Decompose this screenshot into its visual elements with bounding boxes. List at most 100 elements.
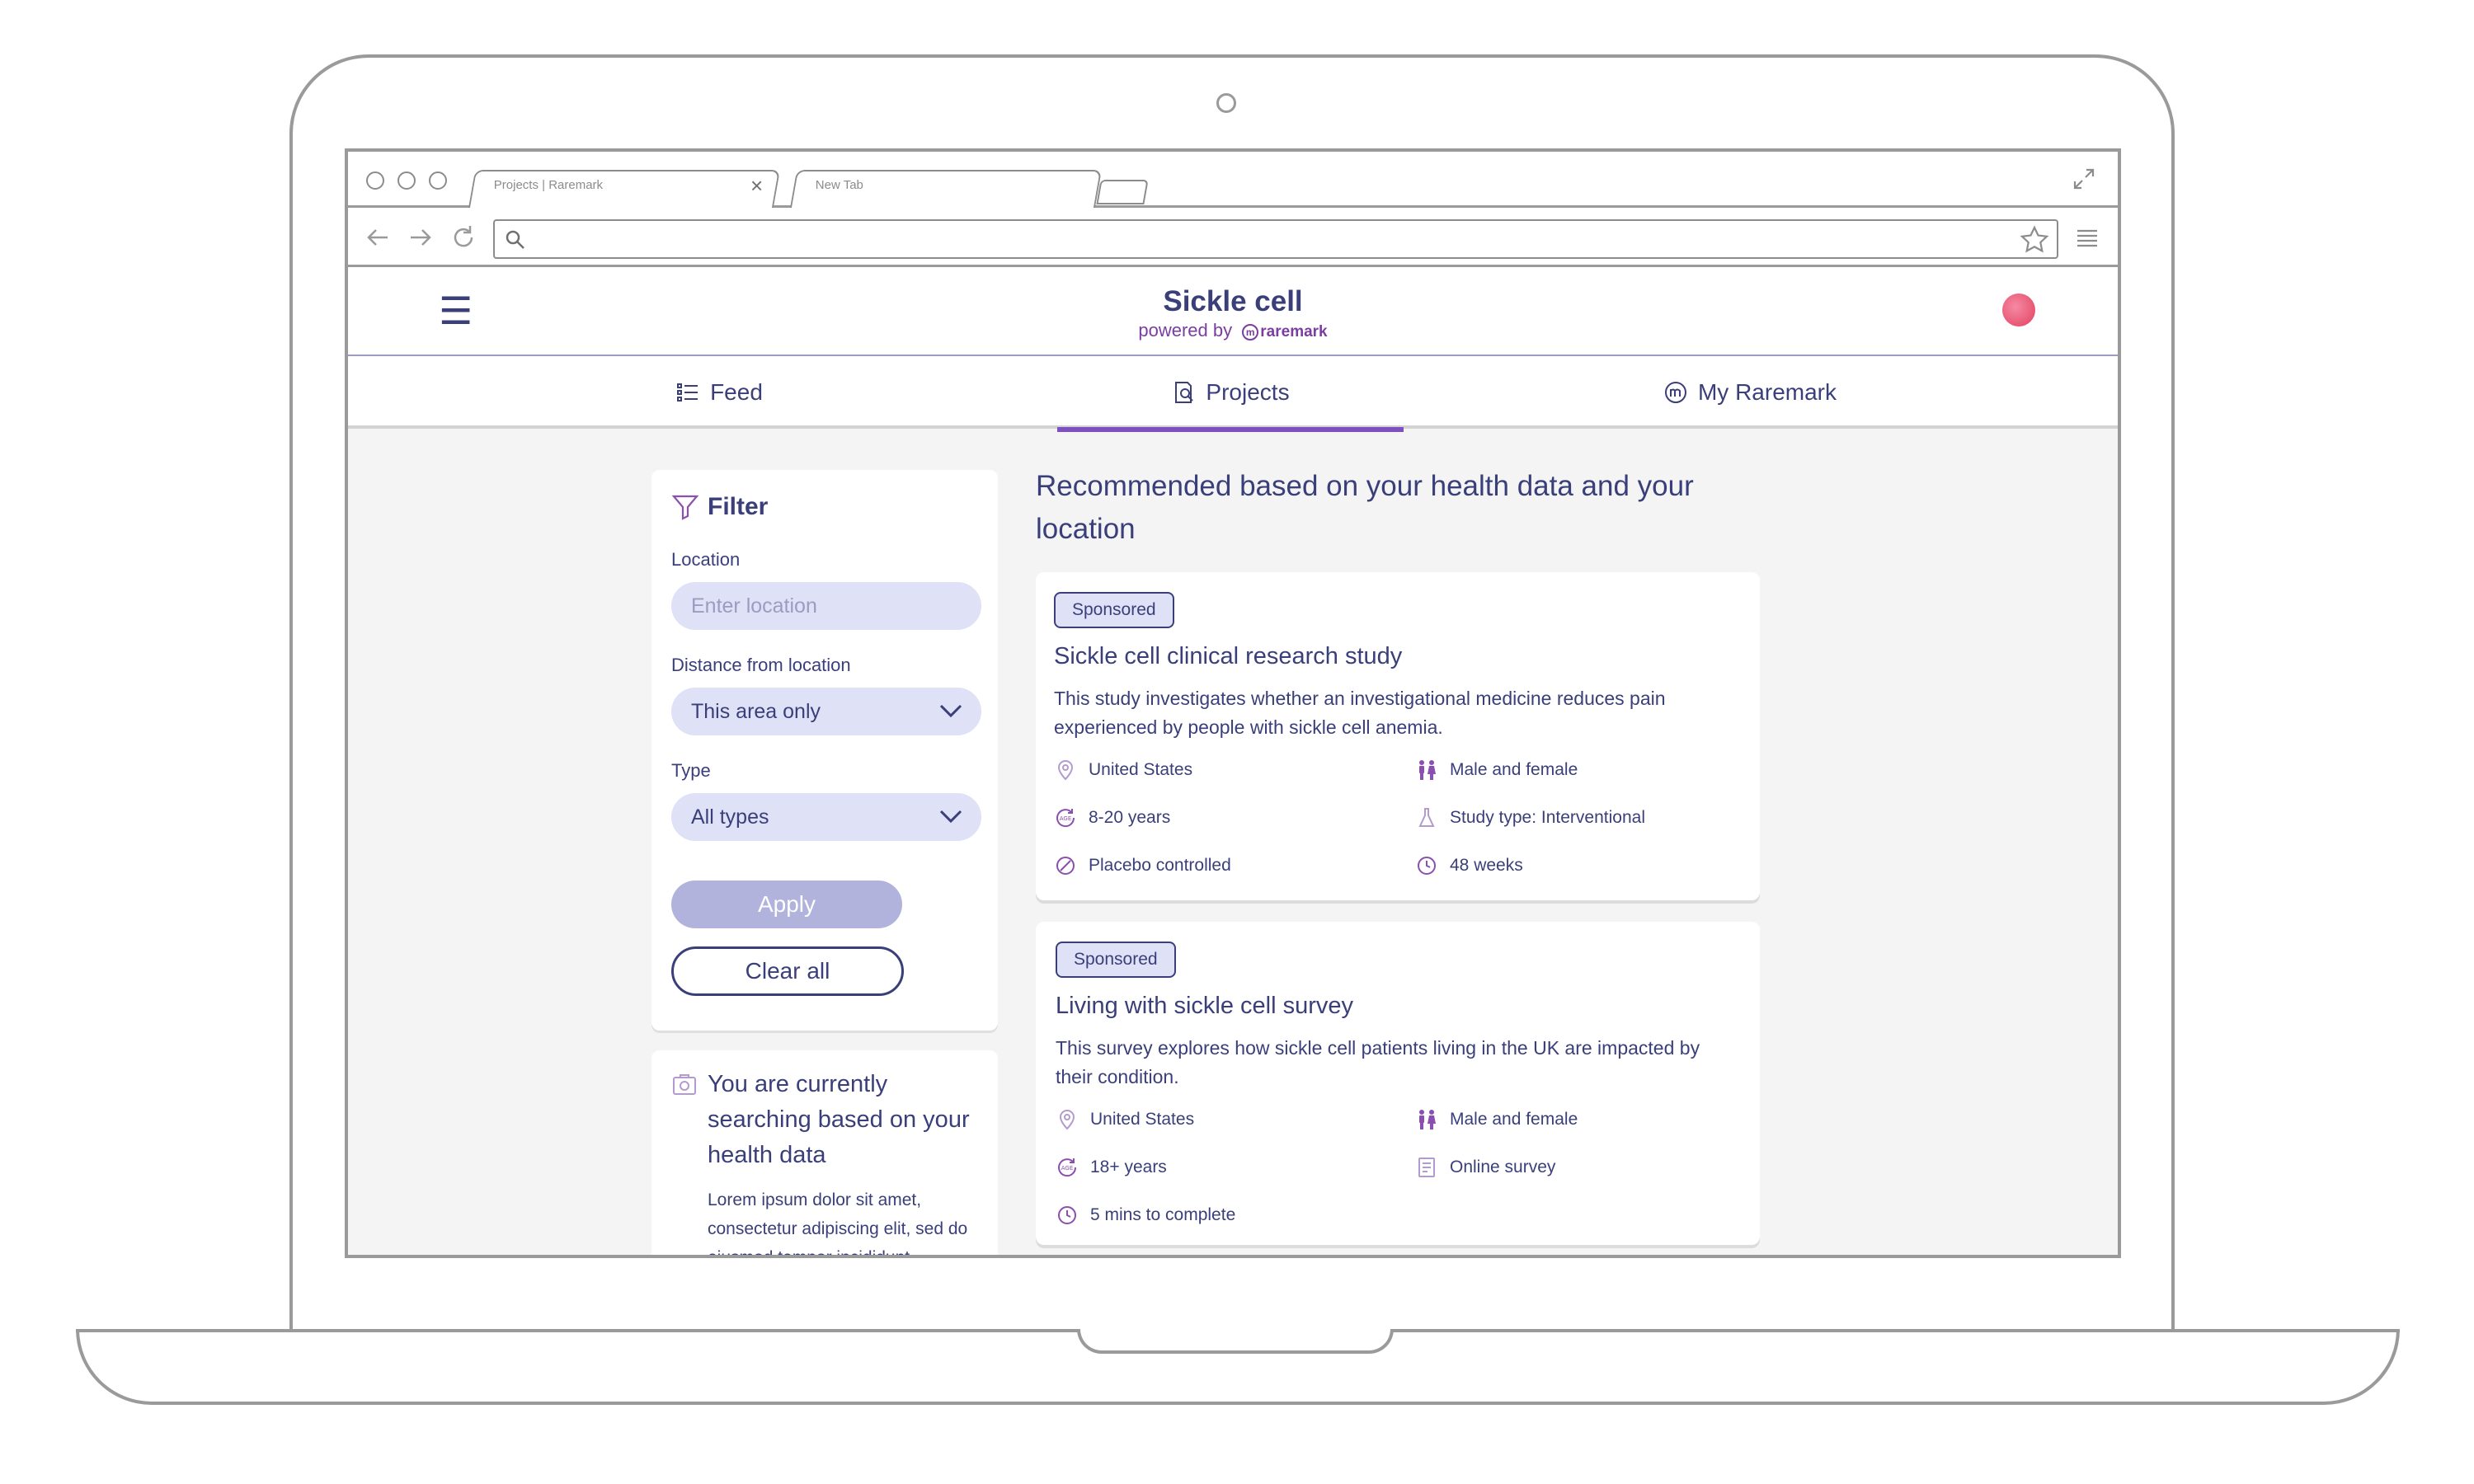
type-select[interactable]: All types: [671, 793, 981, 841]
new-tab-button[interactable]: [1096, 180, 1149, 204]
tab-label: Feed: [710, 379, 763, 405]
clock-icon: [1058, 1206, 1076, 1224]
location-input[interactable]: [691, 594, 962, 618]
meta-text: Male and female: [1450, 1110, 1578, 1129]
tab-feed[interactable]: Feed: [595, 356, 843, 429]
location-pin-icon: [1059, 1110, 1075, 1130]
menu-lines-icon[interactable]: [2075, 226, 2100, 251]
browser-tab-bar: Projects | Raremark × New Tab: [348, 152, 2118, 208]
window-close-dot[interactable]: [366, 171, 384, 190]
laptop-notch: [1077, 1329, 1394, 1354]
gender-icon: [1419, 760, 1436, 780]
app-header: ☰ Sickle cell powered by m raremark: [348, 267, 2118, 356]
page-title: Sickle cell: [1163, 285, 1303, 317]
age-icon: AGE: [1058, 1158, 1077, 1177]
distance-label: Distance from location: [671, 655, 851, 675]
study-card[interactable]: Sponsored Sickle cell clinical research …: [1036, 572, 1760, 900]
survey-icon: [1418, 1158, 1435, 1177]
meta-gender: Male and female: [1415, 758, 1578, 782]
card-description: This survey explores how sickle cell pat…: [1056, 1037, 1700, 1087]
browser-tab-label: Projects | Raremark: [493, 178, 604, 192]
card-title[interactable]: Sickle cell clinical research study: [1054, 643, 1402, 670]
browser-tab-new[interactable]: New Tab: [789, 170, 1103, 208]
meta-age: AGE 18+ years: [1056, 1156, 1167, 1179]
clock-icon: [1418, 857, 1436, 875]
info-heading: You are currently searching based on you…: [708, 1071, 970, 1168]
filter-funnel-icon: [671, 495, 699, 520]
location-label: Location: [671, 549, 741, 570]
info-body: Lorem ipsum dolor sit amet, consectetur …: [708, 1190, 968, 1258]
raremark-logo: m raremark: [1242, 323, 1328, 340]
meta-placebo: Placebo controlled: [1054, 854, 1231, 877]
forward-arrow-icon[interactable]: [404, 221, 437, 254]
location-pin-icon: [1057, 760, 1074, 781]
back-arrow-icon[interactable]: [361, 221, 394, 254]
tab-close-icon[interactable]: ×: [750, 173, 763, 199]
gender-icon: [1419, 1110, 1436, 1129]
sponsored-badge: Sponsored: [1054, 592, 1174, 628]
meta-text: 8-20 years: [1089, 808, 1171, 827]
search-info-panel: You are currently searching based on you…: [651, 1050, 998, 1258]
powered-by-label: powered by: [1138, 320, 1233, 340]
meta-text: United States: [1090, 1110, 1195, 1129]
health-data-icon: [673, 1074, 696, 1095]
meta-text: Study type: Interventional: [1450, 808, 1645, 827]
main-tabs: Feed Projects My Raremark: [348, 356, 2118, 432]
card-description: This study investigates whether an inves…: [1054, 688, 1666, 738]
type-value: All types: [691, 805, 769, 829]
tab-label: My Raremark: [1697, 379, 1837, 405]
distance-value: This area only: [691, 699, 821, 723]
brand-name: raremark: [1260, 323, 1328, 340]
meta-duration: 5 mins to complete: [1056, 1204, 1235, 1227]
window-minimize-dot[interactable]: [397, 171, 416, 190]
svg-text:AGE: AGE: [1060, 815, 1072, 822]
tab-my-raremark[interactable]: My Raremark: [1585, 356, 1915, 429]
filter-panel: Filter Location Distance from location T…: [651, 470, 998, 1031]
raremark-logo-icon: [1664, 382, 1686, 403]
meta-text: 48 weeks: [1450, 856, 1523, 875]
refresh-icon[interactable]: [447, 221, 480, 254]
meta-text: 18+ years: [1090, 1158, 1167, 1176]
meta-text: Online survey: [1450, 1158, 1556, 1176]
apply-button[interactable]: Apply: [671, 881, 902, 928]
browser-address-bar: [348, 208, 2118, 267]
search-icon: [506, 230, 524, 249]
sponsored-badge: Sponsored: [1056, 942, 1176, 978]
meta-text: 5 mins to complete: [1090, 1205, 1236, 1224]
age-icon: AGE: [1056, 809, 1075, 828]
recommendations-heading: Recommended based on your health data an…: [1036, 470, 1694, 545]
url-input[interactable]: [536, 226, 2004, 252]
expand-icon[interactable]: [2072, 167, 2096, 191]
chevron-down-icon: [939, 704, 962, 718]
chevron-down-icon: [939, 810, 962, 824]
meta-gender: Male and female: [1415, 1108, 1578, 1131]
meta-text: Male and female: [1450, 760, 1578, 779]
browser-tab-active[interactable]: Projects | Raremark: [468, 170, 781, 208]
card-title[interactable]: Living with sickle cell survey: [1056, 993, 1353, 1020]
star-icon[interactable]: [2019, 224, 2050, 256]
raremark-mark-icon: m: [1242, 323, 1259, 340]
browser-tab-label: New Tab: [815, 178, 863, 192]
window-maximize-dot[interactable]: [429, 171, 447, 190]
meta-duration: 48 weeks: [1415, 854, 1523, 877]
type-label: Type: [671, 760, 711, 781]
meta-study-type: Study type: Interventional: [1415, 806, 1645, 829]
projects-icon: [1175, 382, 1194, 403]
tab-label: Projects: [1206, 379, 1290, 405]
url-field[interactable]: [493, 219, 2058, 259]
feed-list-icon: [677, 383, 698, 402]
placebo-icon: [1056, 857, 1075, 875]
filter-title: Filter: [708, 493, 769, 520]
tab-projects[interactable]: Projects: [1057, 356, 1404, 432]
meta-survey-type: Online survey: [1415, 1156, 1555, 1179]
meta-location: United States: [1054, 758, 1192, 782]
avatar[interactable]: [2002, 294, 2035, 326]
clear-all-button[interactable]: Clear all: [671, 946, 904, 996]
flask-icon: [1418, 808, 1435, 827]
meta-text: Placebo controlled: [1089, 856, 1231, 875]
browser-window: Projects | Raremark × New Tab ☰ Sickle c…: [345, 148, 2121, 1258]
distance-select[interactable]: This area only: [671, 688, 981, 735]
location-field[interactable]: [671, 582, 981, 630]
svg-text:AGE: AGE: [1061, 1165, 1074, 1172]
survey-card[interactable]: Sponsored Living with sickle cell survey…: [1036, 922, 1760, 1245]
